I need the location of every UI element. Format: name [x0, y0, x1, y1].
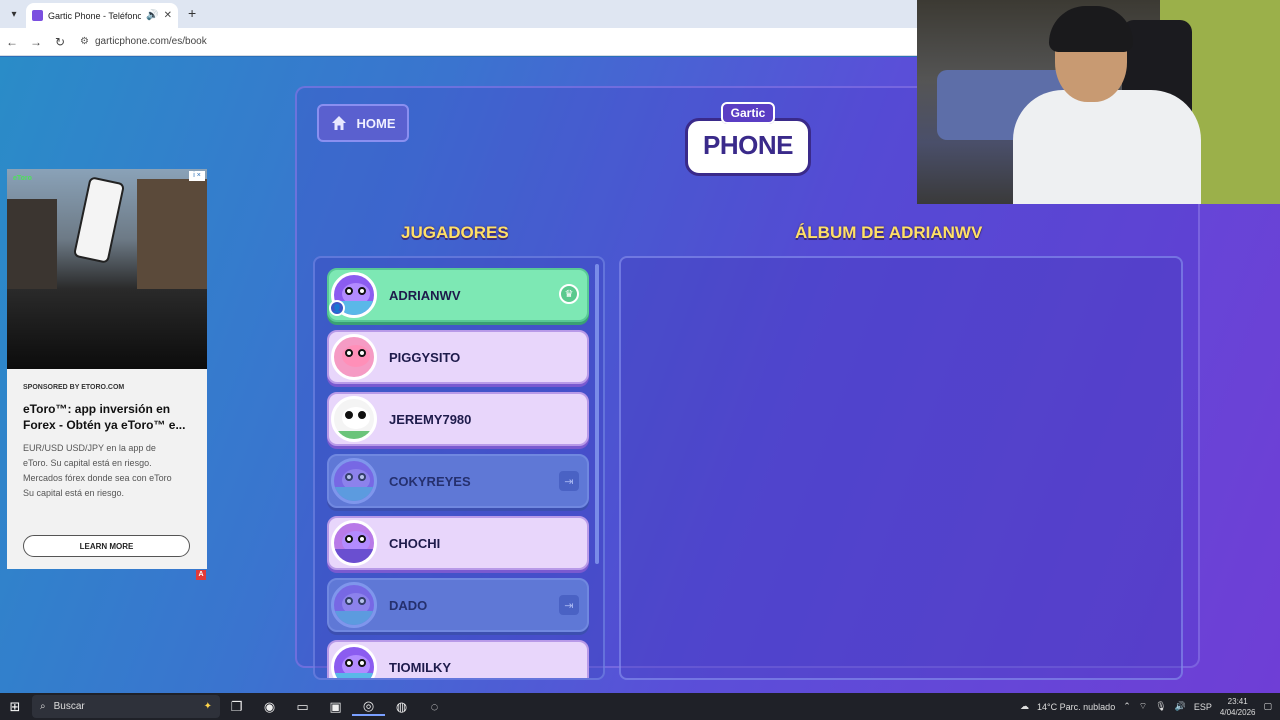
home-icon	[331, 116, 346, 130]
players-heading: JUGADORES	[401, 223, 509, 242]
file-explorer-icon[interactable]: ▭	[286, 699, 319, 715]
player-name: TIOMILKY	[389, 659, 452, 675]
player-name: JEREMY7980	[389, 411, 472, 427]
tray-chevron-icon[interactable]: ⌃	[1123, 701, 1131, 712]
speaker-icon[interactable]: 🔊	[146, 10, 158, 21]
pig-avatar-icon	[331, 334, 377, 380]
album-heading: ÁLBUM DE ADRIANWV	[795, 223, 983, 242]
player-card[interactable]: TIOMILKY	[327, 640, 589, 678]
player-card[interactable]: COKYREYES ⇥	[327, 454, 589, 508]
forward-arrow-icon[interactable]: →	[24, 35, 48, 49]
store-icon[interactable]: ▣	[319, 699, 352, 715]
crown-icon: ♛	[559, 284, 579, 304]
new-tab-button[interactable]: +	[188, 5, 196, 21]
adchoices-icon[interactable]: i ×	[189, 171, 205, 181]
player-card[interactable]: PIGGYSITO	[327, 330, 589, 384]
owner-user-icon: 👤	[329, 300, 345, 316]
bird-avatar-icon	[331, 458, 377, 504]
phone-image	[72, 176, 126, 264]
back-arrow-icon[interactable]: ←	[0, 35, 24, 49]
tab-list-chevron-icon[interactable]: ▾	[6, 6, 22, 22]
search-placeholder: Buscar	[53, 701, 85, 712]
ad-brand: eToro	[13, 175, 32, 182]
player-name: CHOCHI	[389, 535, 441, 551]
record-app-icon[interactable]: ◌	[418, 699, 451, 714]
clock-time: 23:41	[1227, 696, 1248, 706]
notifications-icon[interactable]: ▢	[1263, 701, 1272, 712]
player-name: COKYREYES	[389, 473, 471, 489]
player-name: ADRIANWV	[389, 287, 461, 303]
logo-top-text: Gartic	[720, 102, 776, 124]
player-card[interactable]: 👤 ADRIANWV ♛	[327, 268, 589, 322]
logo-bottom-text: PHONE	[703, 130, 793, 160]
taskbar-search[interactable]: ⌕ Buscar ✦	[32, 695, 220, 718]
weather-text[interactable]: 14°C Parc. nublado	[1037, 702, 1115, 712]
player-name: PIGGYSITO	[389, 349, 461, 365]
copilot-sparkle-icon: ✦	[203, 701, 212, 712]
edge-icon[interactable]: ◉	[253, 699, 286, 715]
players-scrollbar[interactable]	[595, 264, 599, 564]
ad-headline[interactable]: eToro™: app inversión en Forex - Obtén y…	[23, 401, 201, 433]
gartic-phone-logo: Gartic PHONE	[685, 102, 811, 178]
webcam-overlay	[917, 0, 1280, 204]
mic-icon[interactable]: 🎙	[1155, 701, 1166, 712]
player-card[interactable]: JEREMY7980	[327, 392, 589, 446]
advertisement[interactable]: eToro i × SPONSORED BY ETORO.COM eToro™:…	[7, 169, 207, 569]
ad-marker-icon[interactable]: A	[196, 570, 206, 580]
learn-more-button[interactable]: LEARN MORE	[23, 535, 190, 557]
system-tray: ☁ 14°C Parc. nublado ⌃ ⌔ 🎙 🔊 ESP 23:41 4…	[1020, 696, 1280, 718]
chrome-icon[interactable]: ◎	[352, 698, 385, 716]
network-icon[interactable]: ⌔	[1139, 701, 1147, 712]
ad-body: EUR/USD USD/JPY en la app de eToro. Su c…	[23, 443, 172, 498]
ad-sponsor: SPONSORED BY ETORO.COM	[23, 384, 125, 391]
home-button[interactable]: HOME	[317, 104, 409, 142]
weather-icon[interactable]: ☁	[1020, 701, 1029, 712]
player-card[interactable]: DADO ⇥	[327, 578, 589, 632]
bird-avatar-icon	[331, 582, 377, 628]
tab-title: Gartic Phone - Teléfono De	[48, 10, 142, 21]
clock-date: 4/04/2026	[1219, 707, 1256, 717]
discord-icon[interactable]: ◍	[385, 699, 418, 715]
gartic-favicon-icon	[32, 10, 43, 21]
url-field[interactable]: ⚙ garticphone.com/es/book	[80, 36, 207, 47]
clock[interactable]: 23:41 4/04/2026	[1220, 696, 1256, 718]
home-label: HOME	[356, 115, 396, 131]
volume-icon[interactable]: 🔊	[1175, 701, 1186, 712]
exit-icon: ⇥	[559, 471, 579, 491]
windows-start-icon[interactable]: ⊞	[0, 699, 30, 715]
exit-icon: ⇥	[559, 595, 579, 615]
windows-taskbar: ⊞ ⌕ Buscar ✦ ❐ ◉ ▭ ▣ ◎ ◍ ◌ ☁ 14°C Parc. …	[0, 693, 1280, 720]
album-area	[619, 256, 1183, 680]
url-text: garticphone.com/es/book	[94, 36, 207, 47]
ad-image[interactable]: eToro i ×	[7, 169, 207, 369]
player-card[interactable]: CHOCHI	[327, 516, 589, 570]
browser-tab[interactable]: Gartic Phone - Teléfono De 🔊 ✕	[26, 3, 178, 28]
search-icon: ⌕	[40, 701, 46, 712]
close-tab-icon[interactable]: ✕	[164, 10, 172, 21]
task-view-icon[interactable]: ❐	[220, 699, 253, 715]
site-info-icon[interactable]: ⚙	[80, 36, 89, 47]
panda-avatar-icon	[331, 396, 377, 442]
language-indicator[interactable]: ESP	[1194, 702, 1212, 712]
reload-icon[interactable]: ↻	[48, 35, 72, 49]
player-name: DADO	[389, 597, 428, 613]
bird-avatar-icon	[331, 644, 377, 678]
bow-avatar-icon	[331, 520, 377, 566]
players-list[interactable]: 👤 ADRIANWV ♛ PIGGYSITO JEREMY7980 COKYRE…	[313, 256, 605, 680]
